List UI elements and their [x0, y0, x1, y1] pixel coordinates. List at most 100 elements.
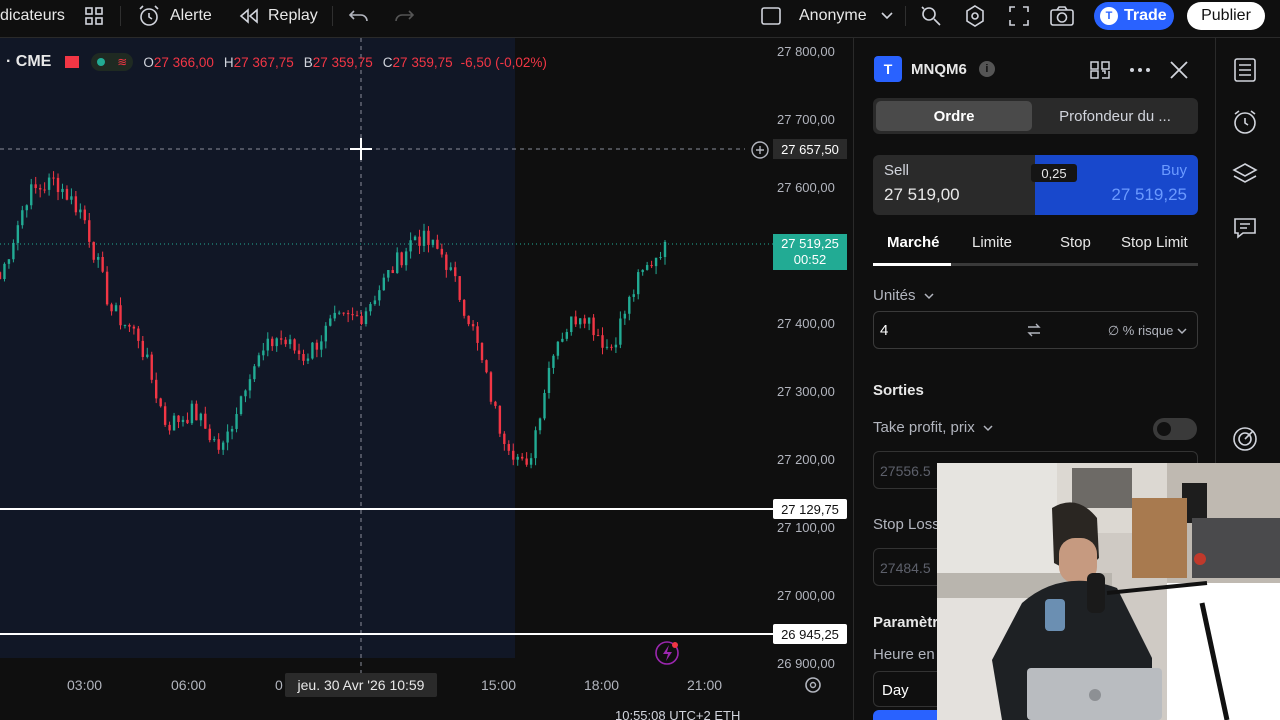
toggle-knob: [1157, 422, 1171, 436]
candle-body: [619, 318, 622, 345]
candle-body: [654, 257, 658, 267]
close-key: C: [382, 54, 393, 70]
bid-key: B: [303, 54, 313, 70]
layers-icon[interactable]: [1230, 159, 1260, 189]
alert-button[interactable]: Alerte: [137, 0, 212, 32]
webcam-overlay: [937, 463, 1280, 720]
candle-body: [445, 254, 448, 270]
market-status-badge[interactable]: ≋: [91, 53, 134, 71]
take-profit-toggle[interactable]: [1153, 418, 1197, 440]
redo-icon[interactable]: [393, 0, 415, 32]
buy-price: 27 519,25: [1111, 185, 1187, 204]
close-icon[interactable]: [1168, 60, 1190, 80]
alerts-clock-icon[interactable]: [1230, 107, 1260, 137]
wave-icon: ≋: [117, 55, 128, 69]
account-dropdown[interactable]: Anonyme: [799, 0, 893, 32]
info-icon[interactable]: i: [978, 61, 995, 77]
status-bar: 10:55:08 UTC+2 ETH: [615, 708, 741, 720]
camera-icon[interactable]: [1049, 0, 1075, 32]
candle-body: [458, 276, 461, 300]
last-price-tag: 27 519,25 00:52: [773, 234, 847, 270]
level-1-tag: 27 129,75: [773, 499, 847, 519]
risk-selector[interactable]: ∅ % risque: [1108, 323, 1187, 339]
alarm-clock-icon: [139, 5, 159, 26]
take-profit-dropdown[interactable]: Take profit, prix: [873, 419, 993, 436]
candle-body: [132, 326, 136, 329]
order-type-market[interactable]: Marché: [887, 234, 940, 251]
candle-body: [244, 390, 247, 397]
trade-label: Trade: [1124, 7, 1167, 24]
chart-canvas[interactable]: [0, 38, 853, 720]
candle-body: [159, 398, 162, 407]
candle-body: [186, 419, 189, 424]
publish-label: Publier: [1201, 7, 1251, 24]
indicators-label: dicateurs: [0, 7, 65, 24]
chart-settings-icon[interactable]: [805, 677, 821, 693]
candle-body: [239, 396, 243, 415]
candle-body: [427, 230, 430, 245]
chevron-down-icon: [924, 293, 934, 300]
trade-logo-icon: T: [1100, 7, 1118, 25]
quick-search-icon[interactable]: [919, 0, 943, 32]
candle-body: [92, 241, 95, 260]
add-level-icon[interactable]: [750, 140, 770, 160]
spread-badge: 0,25: [1031, 164, 1077, 182]
candle-body: [199, 413, 203, 421]
replay-button[interactable]: Replay: [238, 0, 318, 32]
panel-tabs: Ordre Profondeur du ...: [873, 98, 1198, 134]
fullscreen-icon[interactable]: [1008, 0, 1030, 32]
lightning-icon[interactable]: [655, 641, 679, 665]
candle-body: [30, 184, 33, 206]
candle-body: [0, 272, 2, 279]
candle-body: [168, 424, 171, 431]
candle-body: [141, 340, 145, 357]
watchlist-icon[interactable]: [1230, 55, 1260, 85]
swap-icon[interactable]: [1026, 322, 1042, 338]
settings-gear-icon[interactable]: [963, 0, 987, 32]
exchange-label: · CME: [6, 53, 52, 70]
candle-body: [275, 338, 278, 347]
high-value: 27 367,75: [233, 54, 294, 70]
candle-body: [284, 339, 287, 345]
publish-button[interactable]: Publier: [1187, 2, 1265, 30]
broker-logo-icon: T: [874, 56, 902, 82]
price-tick: 27 800,00: [777, 44, 835, 59]
units-input[interactable]: 4 ∅ % risque: [873, 311, 1198, 349]
tab-order[interactable]: Ordre: [876, 101, 1032, 131]
candle-body: [47, 177, 51, 190]
candle-body: [114, 305, 118, 312]
candle-body: [279, 338, 283, 340]
units-label: Unités: [873, 287, 916, 304]
indicators-button[interactable]: dicateurs: [0, 0, 65, 32]
price-chart[interactable]: · CME ≋ O 27 366,00 H 27 367,75 B 27 359,75…: [0, 38, 853, 720]
target-icon[interactable]: [1230, 424, 1260, 454]
fullscreen-box-icon[interactable]: [760, 0, 782, 32]
order-type-stop[interactable]: Stop: [1060, 234, 1091, 251]
units-dropdown[interactable]: Unités: [873, 287, 934, 304]
sell-button[interactable]: Sell 27 519,00: [873, 155, 1035, 215]
qr-grid-icon[interactable]: [1089, 60, 1111, 80]
candle-body: [337, 312, 341, 314]
undo-icon[interactable]: [348, 0, 370, 32]
order-type-limit[interactable]: Limite: [972, 234, 1012, 251]
candle-body: [333, 312, 336, 319]
candle-body: [641, 269, 644, 273]
chat-icon[interactable]: [1230, 213, 1260, 243]
candle-body: [61, 188, 64, 193]
candle-body: [400, 252, 403, 266]
more-icon[interactable]: [1128, 60, 1152, 80]
tab-depth[interactable]: Profondeur du ...: [1035, 101, 1195, 131]
candle-body: [454, 267, 457, 277]
status-dot-icon: [97, 58, 106, 66]
layouts-icon[interactable]: [84, 0, 104, 32]
candle-body: [105, 271, 109, 305]
candle-body: [70, 196, 73, 200]
candle-body: [382, 277, 386, 291]
flag-icon[interactable]: [65, 56, 80, 68]
candle-body: [128, 324, 131, 327]
trade-button[interactable]: T Trade: [1094, 2, 1174, 30]
candle-body: [387, 270, 390, 278]
order-type-stop-limit[interactable]: Stop Limit: [1121, 234, 1188, 251]
chevron-down-icon: [983, 425, 993, 432]
candle-body: [480, 342, 484, 361]
